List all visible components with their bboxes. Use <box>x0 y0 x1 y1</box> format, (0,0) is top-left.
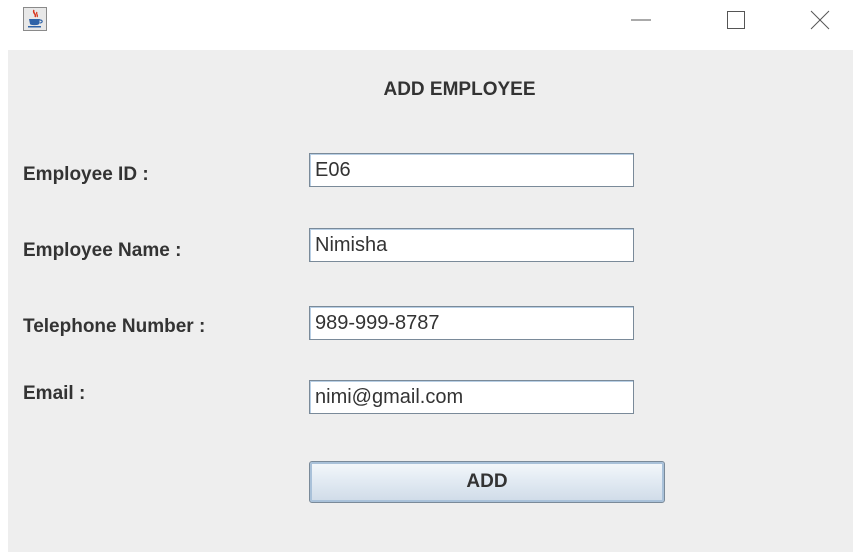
telephone-number-field[interactable] <box>309 306 634 340</box>
employee-name-label: Employee Name : <box>23 240 182 261</box>
add-button[interactable]: ADD <box>309 461 665 503</box>
maximize-icon <box>727 11 745 29</box>
telephone-number-label: Telephone Number : <box>23 316 206 337</box>
window-titlebar <box>0 0 853 50</box>
java-cup-icon <box>23 7 47 31</box>
email-field[interactable] <box>309 380 634 414</box>
employee-id-field[interactable] <box>309 153 634 187</box>
maximize-button[interactable] <box>713 0 759 40</box>
employee-name-field[interactable] <box>309 228 634 262</box>
minimize-button[interactable] <box>618 0 664 40</box>
employee-id-label: Employee ID : <box>23 164 149 185</box>
close-icon <box>810 10 830 30</box>
email-label: Email : <box>23 383 86 404</box>
minimize-icon <box>631 19 651 21</box>
page-title: ADD EMPLOYEE <box>383 79 536 100</box>
close-button[interactable] <box>797 0 843 40</box>
